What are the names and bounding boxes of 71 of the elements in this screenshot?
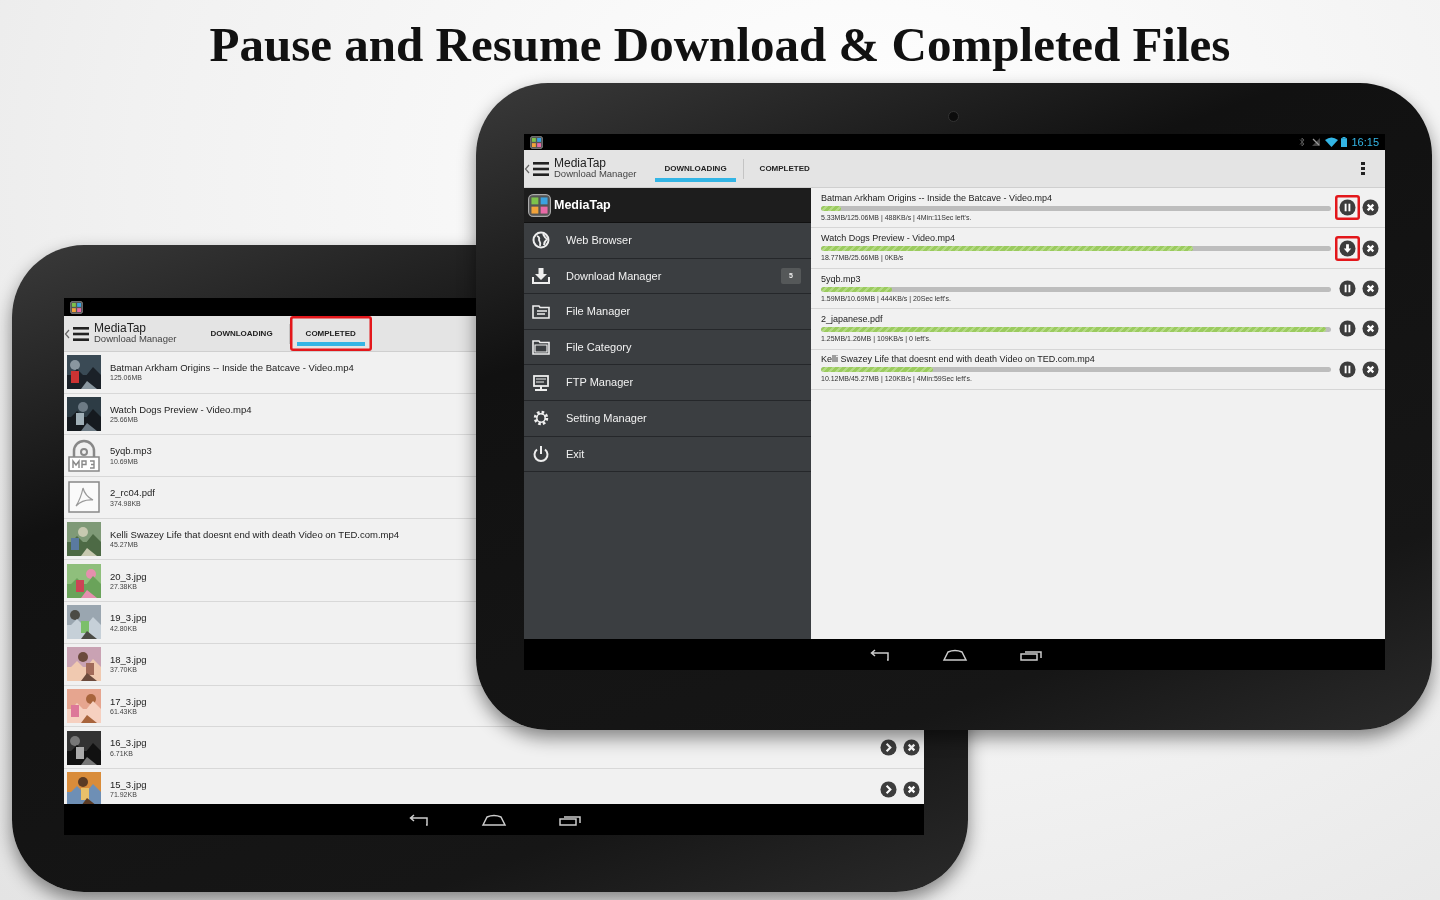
pdf-file-icon: [67, 480, 101, 515]
file-name: Kelli Swazey Life that doesnt end with death Video on TED.com.mp4: [110, 528, 400, 541]
file-name: Batman Arkham Origins -- Inside the Batcave - Video.mp4: [110, 362, 354, 374]
close-button[interactable]: [1362, 360, 1379, 378]
camera-icon: [948, 111, 959, 122]
close-button[interactable]: [1362, 279, 1379, 297]
file-name: 15_3.jpg: [110, 778, 147, 791]
menu-icon[interactable]: [73, 326, 89, 341]
close-button[interactable]: [1362, 199, 1379, 217]
drawer-item[interactable]: Web Browser: [566, 232, 632, 249]
file-name: 16_3.jpg: [110, 737, 147, 749]
tab[interactable]: COMPLETED: [743, 150, 826, 187]
download-icon: [532, 266, 550, 285]
back-caret-icon[interactable]: [64, 328, 70, 339]
back-caret-icon[interactable]: [524, 163, 530, 174]
drawer-item[interactable]: FTP Manager: [566, 374, 634, 391]
drawer-item[interactable]: Setting Manager: [566, 410, 647, 427]
open-button[interactable]: [880, 739, 897, 757]
app-subtitle: Download Manager: [94, 334, 177, 345]
file-name: 5yqb.mp3: [110, 445, 152, 457]
open-button[interactable]: [880, 780, 897, 798]
no-signal-icon: [1311, 137, 1322, 147]
app-title: MediaTap: [94, 322, 147, 335]
tab[interactable]: COMPLETED: [289, 316, 372, 351]
file-name: Batman Arkham Origins -- Inside the Batcave - Video.mp4: [821, 193, 1053, 204]
app-icon[interactable]: [530, 135, 543, 149]
file-name: 17_3.jpg: [110, 695, 147, 707]
file-name: 5yqb.mp3: [821, 274, 862, 285]
settings-icon: [532, 409, 550, 428]
app-subtitle: Download Manager: [554, 169, 637, 180]
app-title: MediaTap: [554, 157, 607, 170]
home-icon[interactable]: [941, 648, 968, 661]
file-name: 18_3.jpg: [110, 653, 147, 666]
download-button[interactable]: [1335, 235, 1360, 261]
file-name: 20_3.jpg: [110, 570, 147, 582]
mp3-file-icon: [67, 438, 101, 473]
headline: Pause and Resume Download & Completed Files: [208, 16, 1232, 72]
home-icon[interactable]: [481, 813, 507, 826]
wifi-icon: [1325, 137, 1339, 147]
file-name: 19_3.jpg: [110, 612, 147, 624]
bluetooth-icon: [1299, 137, 1306, 147]
battery-icon: [1341, 137, 1348, 147]
app-logo-icon: [528, 193, 551, 217]
pause-button[interactable]: [1335, 195, 1360, 221]
drawer-item[interactable]: Exit: [566, 445, 585, 463]
folder-icon: [532, 338, 550, 357]
file-name: 2_rc04.pdf: [110, 487, 155, 499]
monitor-icon: [532, 373, 550, 392]
file-name: Kelli Swazey Life that doesnt end with death Video on TED.com.mp4: [821, 355, 1096, 366]
close-button[interactable]: [1362, 239, 1379, 257]
menu-icon[interactable]: [533, 161, 549, 176]
close-button[interactable]: [903, 739, 920, 757]
drawer-item[interactable]: File Category: [566, 338, 632, 356]
file-name: Watch Dogs Preview - Video.mp4: [110, 403, 252, 416]
back-icon[interactable]: [407, 813, 429, 826]
close-button[interactable]: [903, 780, 920, 798]
drawer-item[interactable]: Download Manager: [566, 267, 662, 285]
recents-icon[interactable]: [1019, 648, 1042, 661]
tab[interactable]: DOWNLOADING: [194, 316, 289, 351]
app-icon[interactable]: [70, 300, 83, 314]
overflow-menu-icon[interactable]: [1361, 162, 1365, 175]
file-manager-icon: [532, 302, 550, 321]
clock: 16:15: [1351, 136, 1379, 148]
power-icon: [532, 444, 550, 463]
drawer-title: MediaTap: [554, 196, 611, 214]
file-name: Watch Dogs Preview - Video.mp4: [821, 234, 957, 245]
close-button[interactable]: [1362, 320, 1379, 338]
globe-icon: [532, 231, 550, 250]
file-name: 2_japanese.pdf: [821, 315, 884, 325]
drawer-item[interactable]: File Manager: [566, 303, 631, 320]
recents-icon[interactable]: [559, 813, 581, 826]
